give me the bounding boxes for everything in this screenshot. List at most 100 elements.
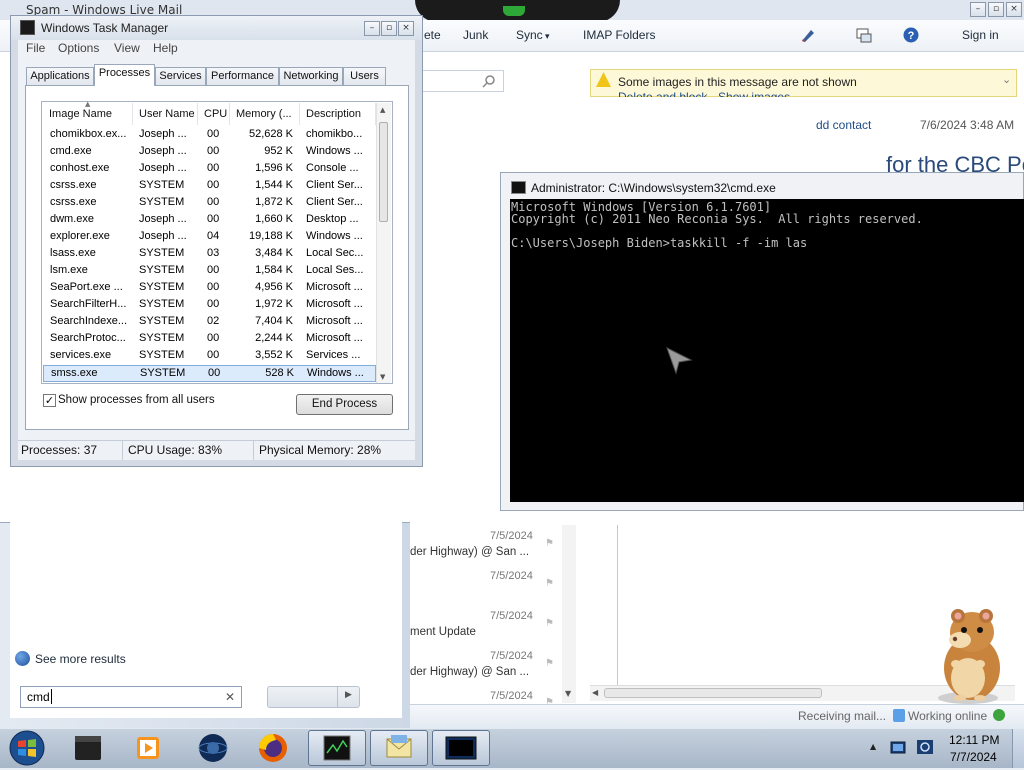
cell-image-name: SearchIndexe...: [50, 315, 128, 327]
scroll-down-icon[interactable]: ▼: [565, 689, 571, 698]
network-icon[interactable]: [888, 736, 912, 758]
tab-services[interactable]: Services: [155, 67, 206, 85]
process-row[interactable]: SearchFilterH... SYSTEM 00 1,972 K Microsoft…: [43, 297, 376, 314]
list-item-date[interactable]: 7/5/2024: [490, 690, 533, 702]
process-count: Processes: 37: [21, 443, 98, 457]
taskbar-globe-app[interactable]: [184, 730, 242, 766]
process-list-scroll-thumb[interactable]: [379, 122, 388, 222]
flag-icon[interactable]: ⚑: [545, 538, 555, 549]
mail-close-button[interactable]: ×: [1006, 2, 1022, 17]
tm-close-button[interactable]: ×: [398, 21, 414, 36]
cmd-title: Administrator: C:\Windows\system32\cmd.e…: [531, 181, 776, 195]
column-memory[interactable]: Memory (...: [230, 103, 300, 125]
process-row[interactable]: lsass.exe SYSTEM 03 3,484 K Local Sec...: [43, 246, 376, 263]
mail-maximize-button[interactable]: ▫: [988, 2, 1004, 17]
process-row[interactable]: lsm.exe SYSTEM 00 1,584 K Local Ses...: [43, 263, 376, 280]
show-all-processes-label[interactable]: Show processes from all users: [58, 394, 215, 406]
cmd-icon: [511, 181, 526, 194]
show-hidden-icons-icon[interactable]: ▲: [870, 742, 876, 751]
process-row[interactable]: cmd.exe Joseph ... 00 952 K Windows ...: [43, 144, 376, 161]
see-more-results-link[interactable]: See more results: [35, 652, 126, 666]
status-divider: [253, 440, 254, 460]
column-user-name[interactable]: User Name: [133, 103, 198, 125]
taskbar-cmd[interactable]: [432, 730, 490, 766]
process-row[interactable]: services.exe SYSTEM 00 3,552 K Services ...: [43, 348, 376, 365]
show-desktop-button[interactable]: [1012, 729, 1024, 768]
process-row[interactable]: SearchProtoc... SYSTEM 00 2,244 K Microsoft …: [43, 331, 376, 348]
menu-view[interactable]: View: [114, 41, 140, 55]
list-item-date[interactable]: 7/5/2024: [490, 530, 533, 542]
message-list-scrollbar[interactable]: [562, 525, 576, 703]
shutdown-arrow-icon[interactable]: ▶: [345, 690, 352, 700]
flag-icon[interactable]: ⚑: [545, 658, 555, 669]
sync-button[interactable]: Sync: [516, 28, 543, 42]
process-row[interactable]: chomikbox.ex... Joseph ... 00 52,628 K chomi…: [43, 127, 376, 144]
menu-help[interactable]: Help: [153, 41, 178, 55]
tab-performance[interactable]: Performance: [206, 67, 279, 85]
junk-button[interactable]: Junk: [463, 28, 488, 42]
list-item-date[interactable]: 7/5/2024: [490, 610, 533, 622]
scroll-left-icon[interactable]: ◀: [592, 688, 598, 697]
list-item-date[interactable]: 7/5/2024: [490, 570, 533, 582]
clock-date[interactable]: 7/7/2024: [950, 750, 997, 764]
column-cpu[interactable]: CPU: [198, 103, 230, 125]
add-contact-link[interactable]: dd contact: [816, 118, 871, 132]
flag-icon[interactable]: ⚑: [545, 618, 555, 629]
process-row[interactable]: csrss.exe SYSTEM 00 1,544 K Client Ser...: [43, 178, 376, 195]
globe-icon: [15, 651, 30, 666]
list-item-snippet[interactable]: der Highway) @ San ...: [410, 546, 529, 558]
start-search-value[interactable]: cmd: [27, 690, 50, 704]
column-description[interactable]: Description: [300, 103, 376, 125]
process-row[interactable]: csrss.exe SYSTEM 00 1,872 K Client Ser...: [43, 195, 376, 212]
taskbar-windows-live-mail[interactable]: [370, 730, 428, 766]
start-search-input[interactable]: [20, 686, 242, 708]
preview-hscroll-thumb[interactable]: [604, 688, 822, 698]
process-row[interactable]: conhost.exe Joseph ... 00 1,596 K Console ..…: [43, 161, 376, 178]
pen-icon[interactable]: [800, 27, 816, 43]
imap-folders-button[interactable]: IMAP Folders: [583, 28, 655, 42]
infobar-collapse-icon[interactable]: ⌄: [1002, 73, 1011, 86]
taskbar-media-player[interactable]: [120, 730, 178, 766]
search-icon[interactable]: [482, 74, 496, 88]
clear-search-icon[interactable]: ✕: [225, 690, 235, 704]
blocked-images-links[interactable]: Delete and block · Show images: [618, 90, 790, 97]
list-item-snippet[interactable]: ment Update: [410, 626, 476, 638]
menu-file[interactable]: File: [26, 41, 45, 55]
cell-cpu: 02: [207, 315, 220, 327]
clock-time[interactable]: 12:11 PM: [949, 733, 999, 747]
tm-minimize-button[interactable]: –: [364, 21, 380, 36]
list-item-date[interactable]: 7/5/2024: [490, 650, 533, 662]
cell-cpu: 00: [207, 179, 220, 191]
process-row[interactable]: SeaPort.exe ... SYSTEM 00 4,956 K Microsoft …: [43, 280, 376, 297]
taskbar-app-box[interactable]: [60, 730, 118, 766]
view-icon[interactable]: [856, 27, 872, 43]
taskbar-firefox[interactable]: [244, 730, 302, 766]
tab-processes[interactable]: Processes: [94, 64, 155, 86]
tab-networking[interactable]: Networking: [279, 67, 343, 85]
cell-cpu: 03: [207, 247, 220, 259]
show-all-processes-checkbox[interactable]: ✓: [43, 394, 56, 407]
sync-dropdown-icon[interactable]: ▾: [545, 31, 550, 42]
cell-image-name: services.exe: [50, 349, 112, 361]
delete-button[interactable]: ete: [424, 28, 441, 42]
cell-memory: 3,484 K: [255, 247, 293, 259]
flag-icon[interactable]: ⚑: [545, 578, 555, 589]
mail-minimize-button[interactable]: –: [970, 2, 986, 17]
tab-applications[interactable]: Applications: [26, 67, 94, 85]
end-process-button[interactable]: End Process: [296, 394, 393, 415]
volume-icon[interactable]: [914, 736, 938, 758]
process-row[interactable]: SearchIndexe... SYSTEM 02 7,404 K Microsoft …: [43, 314, 376, 331]
taskbar-task-manager[interactable]: [308, 730, 366, 766]
sign-in-link[interactable]: Sign in: [962, 28, 999, 42]
list-item-snippet[interactable]: der Highway) @ San ...: [410, 666, 529, 678]
help-icon[interactable]: ?: [903, 27, 919, 43]
scroll-down-icon[interactable]: ▼: [380, 373, 385, 381]
tm-maximize-button[interactable]: ▫: [381, 21, 397, 36]
process-row[interactable]: explorer.exe Joseph ... 04 19,188 K Windows …: [43, 229, 376, 246]
start-button[interactable]: [6, 729, 48, 767]
process-row[interactable]: dwm.exe Joseph ... 00 1,660 K Desktop ...: [43, 212, 376, 229]
process-row[interactable]: smss.exe SYSTEM 00 528 K Windows ...: [43, 365, 376, 382]
scroll-up-icon[interactable]: ▲: [380, 106, 385, 114]
tab-users[interactable]: Users: [343, 67, 386, 85]
menu-options[interactable]: Options: [58, 41, 99, 55]
